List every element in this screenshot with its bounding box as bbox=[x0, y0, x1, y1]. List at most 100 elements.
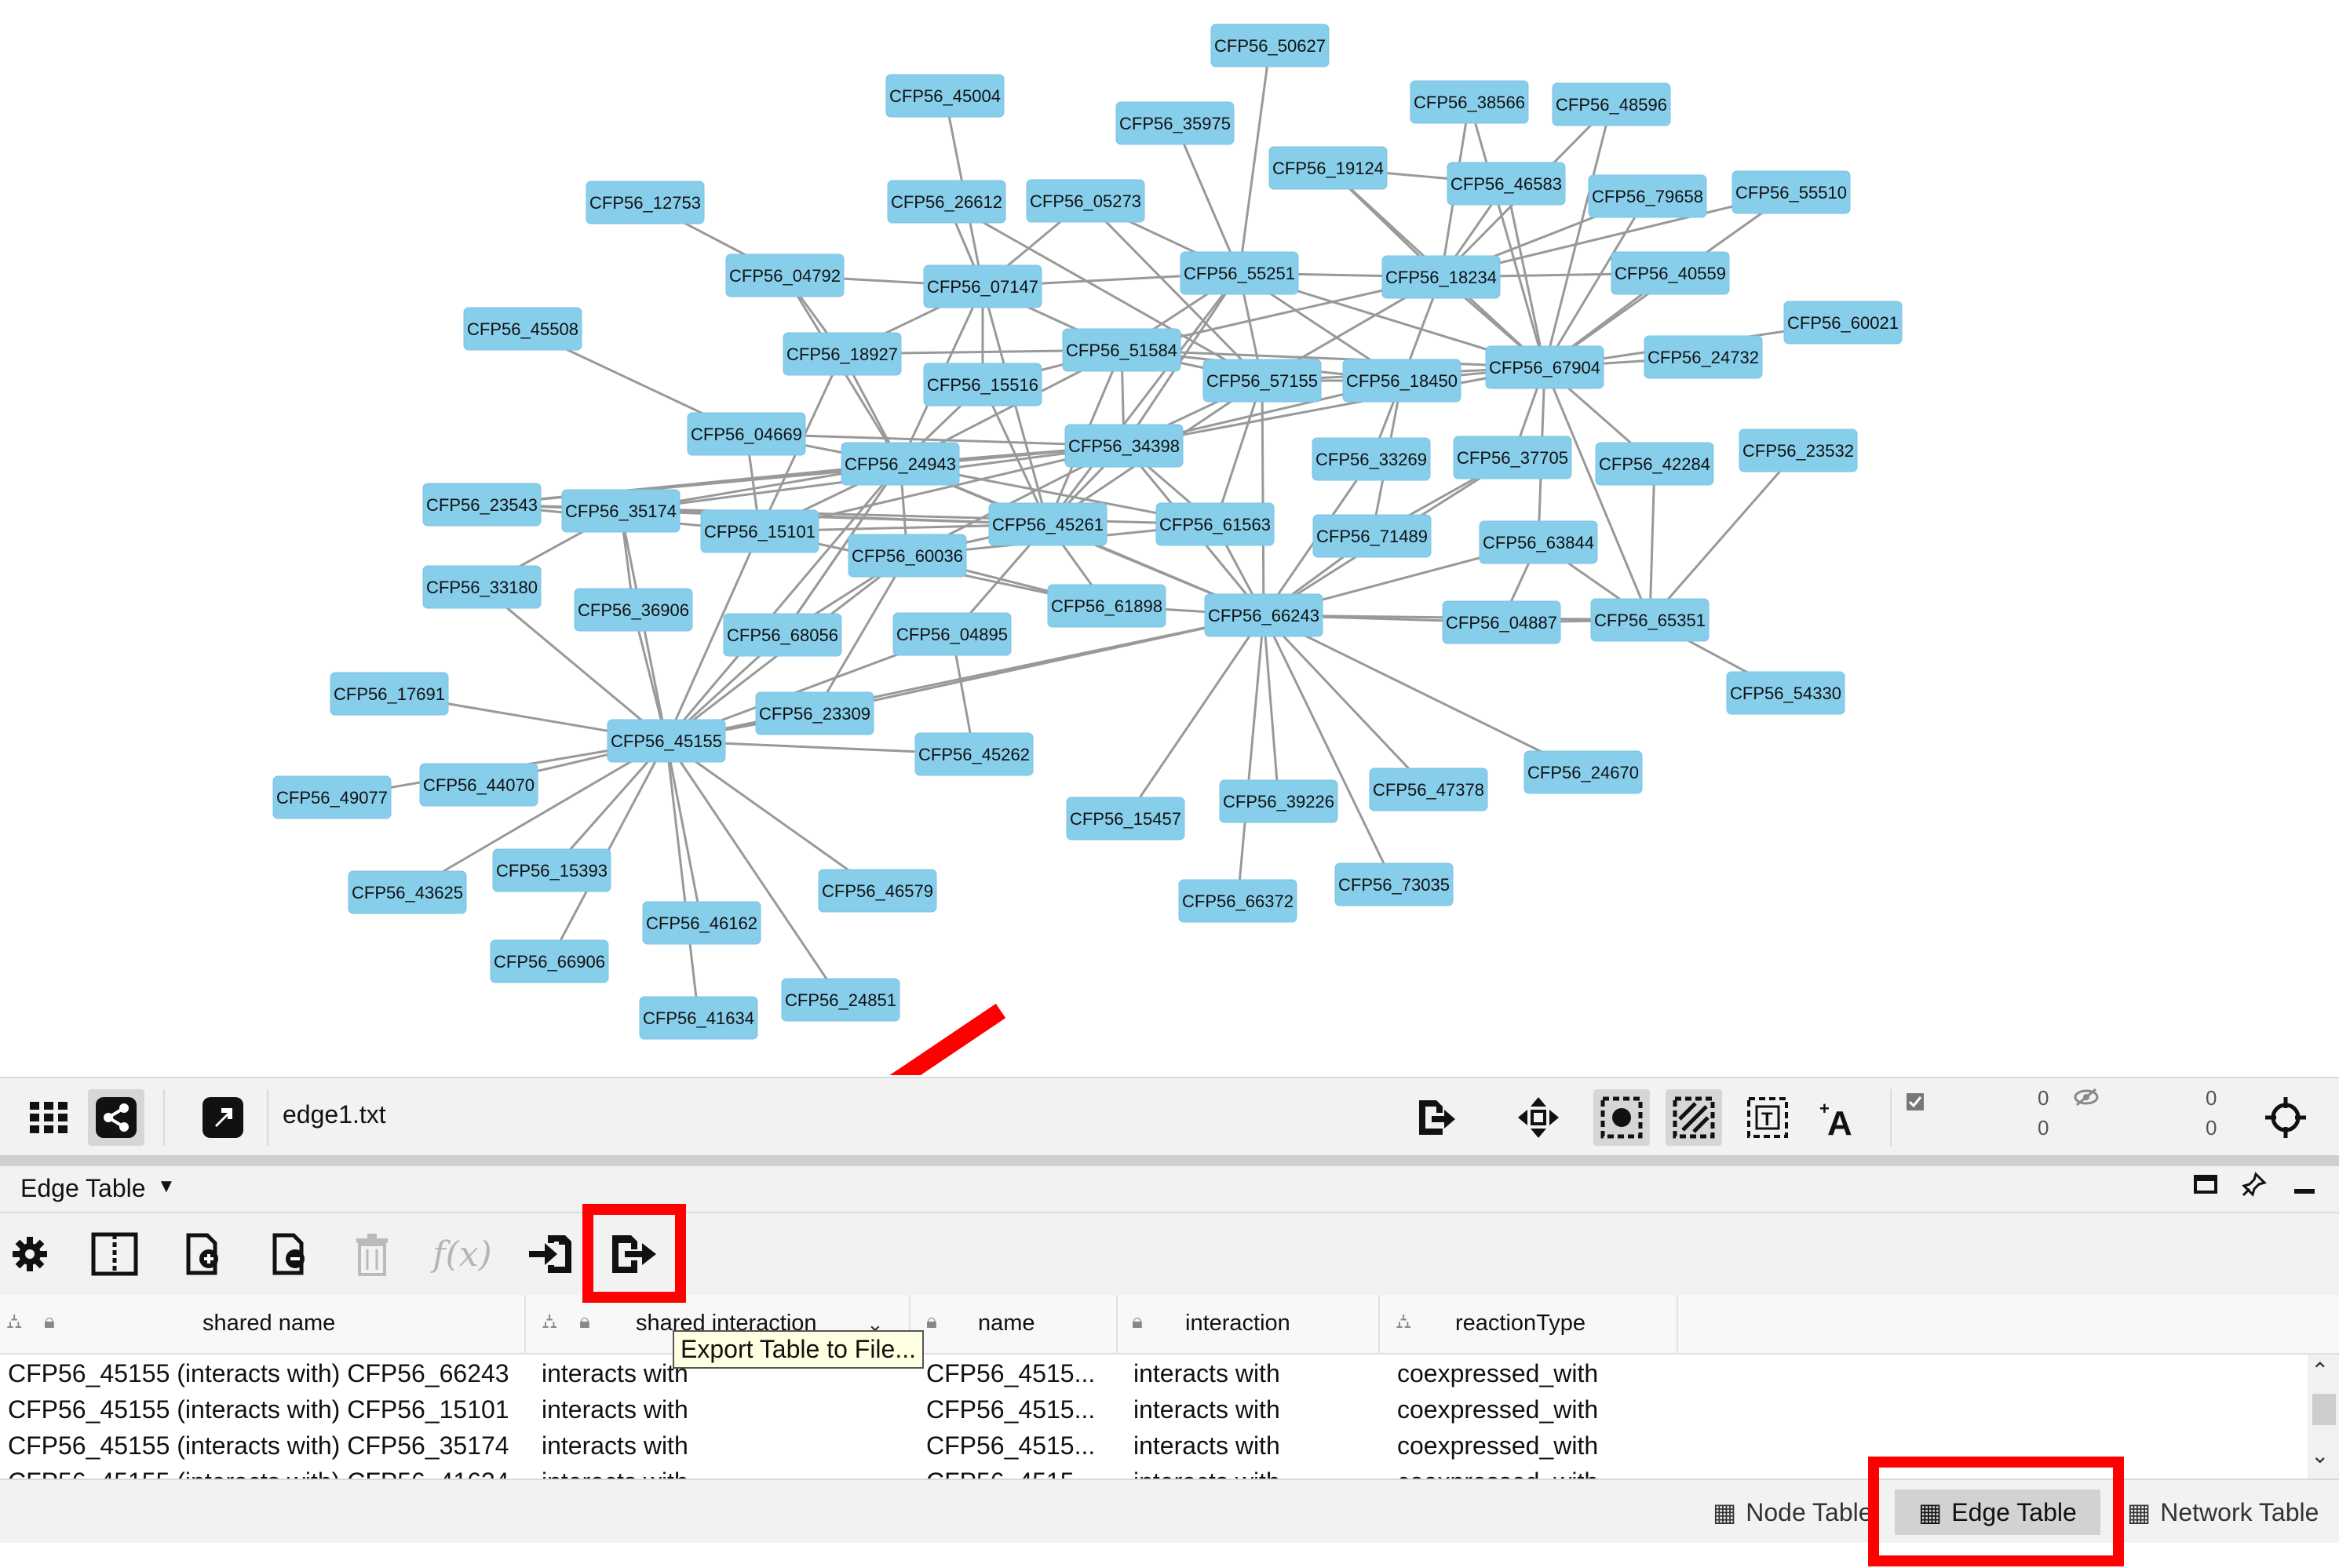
tab-network-table[interactable]: ▦ Network Table bbox=[2116, 1490, 2330, 1535]
cell-reaction-type[interactable]: coexpressed_with bbox=[1397, 1431, 1598, 1460]
cell-reaction-type[interactable]: coexpressed_with bbox=[1397, 1395, 1598, 1424]
cell-shared-interaction[interactable]: interacts with bbox=[542, 1468, 688, 1479]
edge[interactable] bbox=[1123, 366, 1545, 447]
gear-icon[interactable] bbox=[0, 1224, 60, 1284]
cell-shared-name[interactable]: CFP56_45155 (interacts with) CFP56_41634 bbox=[8, 1468, 509, 1479]
pin-icon[interactable] bbox=[2242, 1171, 2267, 1204]
node[interactable]: CFP56_61898 bbox=[1047, 584, 1166, 628]
node[interactable]: CFP56_04792 bbox=[725, 253, 845, 297]
node[interactable]: CFP56_23532 bbox=[1739, 428, 1858, 472]
annotation-icon[interactable]: T bbox=[1739, 1089, 1796, 1146]
scrollbar-thumb[interactable] bbox=[2312, 1394, 2336, 1425]
node[interactable]: CFP56_35975 bbox=[1115, 101, 1235, 145]
node[interactable]: CFP56_42284 bbox=[1595, 442, 1714, 486]
node[interactable]: CFP56_43625 bbox=[348, 870, 467, 914]
node[interactable]: CFP56_66906 bbox=[490, 939, 609, 983]
export-image-icon[interactable] bbox=[1408, 1089, 1465, 1146]
node[interactable]: CFP56_38566 bbox=[1410, 80, 1529, 124]
layout-fit-icon[interactable] bbox=[1510, 1089, 1567, 1146]
node[interactable]: CFP56_19124 bbox=[1268, 146, 1388, 190]
cell-interaction[interactable]: interacts with bbox=[1133, 1395, 1280, 1424]
node[interactable]: CFP56_71489 bbox=[1312, 514, 1432, 558]
node[interactable]: CFP56_45004 bbox=[885, 74, 1005, 118]
node[interactable]: CFP56_55251 bbox=[1180, 251, 1299, 295]
node[interactable]: CFP56_33269 bbox=[1312, 437, 1431, 481]
node[interactable]: CFP56_41634 bbox=[639, 996, 758, 1040]
edge[interactable] bbox=[666, 739, 878, 892]
node[interactable]: CFP56_35174 bbox=[561, 489, 681, 533]
chevron-down-icon[interactable]: ▼ bbox=[157, 1176, 176, 1198]
edge[interactable] bbox=[1238, 45, 1272, 274]
font-size-icon[interactable]: + A bbox=[1810, 1089, 1866, 1146]
node[interactable]: CFP56_24851 bbox=[781, 978, 900, 1022]
node[interactable]: CFP56_60036 bbox=[848, 534, 967, 578]
cell-name[interactable]: CFP56_4515... bbox=[926, 1468, 1095, 1479]
node[interactable]: CFP56_67904 bbox=[1485, 345, 1604, 389]
cell-shared-name[interactable]: CFP56_45155 (interacts with) CFP56_35174 bbox=[8, 1431, 509, 1460]
table-row[interactable]: CFP56_45155 (interacts with) CFP56_66243… bbox=[0, 1355, 2308, 1391]
node[interactable]: CFP56_73035 bbox=[1334, 862, 1454, 906]
tab-node-table[interactable]: ▦ Node Table bbox=[1702, 1490, 1884, 1535]
node[interactable]: CFP56_45155 bbox=[607, 719, 726, 763]
column-toggle-icon[interactable] bbox=[85, 1224, 144, 1284]
minimize-icon[interactable] bbox=[2292, 1171, 2317, 1204]
scroll-up-icon[interactable]: ⌃ bbox=[2311, 1358, 2329, 1384]
cell-interaction[interactable]: interacts with bbox=[1133, 1431, 1280, 1460]
edge[interactable] bbox=[1173, 122, 1241, 274]
node[interactable]: CFP56_37705 bbox=[1453, 436, 1572, 480]
node[interactable]: CFP56_15393 bbox=[492, 848, 611, 892]
select-edges-icon[interactable] bbox=[1666, 1089, 1722, 1146]
column-header-shared-name[interactable]: ⛼ 🔒︎ shared name bbox=[0, 1295, 526, 1353]
node[interactable]: CFP56_15457 bbox=[1066, 797, 1185, 841]
cell-shared-interaction[interactable]: interacts with bbox=[542, 1431, 688, 1460]
node[interactable]: CFP56_15516 bbox=[923, 363, 1042, 407]
edge[interactable] bbox=[1648, 463, 1656, 621]
column-header-reaction-type[interactable]: ⛼ reactionType bbox=[1380, 1295, 1678, 1353]
edge[interactable] bbox=[1262, 614, 1430, 791]
node[interactable]: CFP56_18234 bbox=[1381, 255, 1501, 299]
grid-icon[interactable] bbox=[20, 1089, 77, 1146]
node[interactable]: CFP56_33180 bbox=[422, 565, 542, 609]
node[interactable]: CFP56_15101 bbox=[700, 509, 819, 553]
cell-shared-interaction[interactable]: interacts with bbox=[542, 1359, 688, 1388]
edge[interactable] bbox=[1468, 101, 1546, 368]
vertical-scrollbar[interactable]: ⌃ ⌄ bbox=[2308, 1355, 2339, 1479]
share-network-icon[interactable] bbox=[88, 1089, 144, 1146]
network-canvas[interactable]: CFP56_50627 CFP56_45004 CFP56_35975 CFP56_3… bbox=[0, 0, 2339, 1075]
node[interactable]: CFP56_66243 bbox=[1204, 593, 1323, 637]
node[interactable]: CFP56_23543 bbox=[422, 483, 542, 527]
column-header-interaction[interactable]: 🔒︎ interaction bbox=[1118, 1295, 1380, 1353]
node[interactable]: CFP56_04895 bbox=[892, 612, 1012, 656]
node[interactable]: CFP56_36906 bbox=[574, 588, 693, 632]
checkbox-icon[interactable] bbox=[1906, 1092, 1925, 1115]
import-table-icon[interactable] bbox=[521, 1224, 581, 1284]
node[interactable]: CFP56_46583 bbox=[1447, 162, 1566, 206]
node[interactable]: CFP56_40559 bbox=[1611, 251, 1730, 295]
node[interactable]: CFP56_12753 bbox=[586, 181, 705, 224]
cell-name[interactable]: CFP56_4515... bbox=[926, 1431, 1095, 1460]
network-graph[interactable]: CFP56_50627 CFP56_45004 CFP56_35975 CFP56_3… bbox=[0, 0, 2339, 1075]
node[interactable]: CFP56_46162 bbox=[642, 901, 761, 945]
cell-reaction-type[interactable]: coexpressed_with bbox=[1397, 1359, 1598, 1388]
node[interactable]: CFP56_44070 bbox=[419, 763, 538, 807]
node[interactable]: CFP56_17691 bbox=[330, 672, 449, 716]
node[interactable]: CFP56_60021 bbox=[1783, 301, 1903, 345]
edge[interactable] bbox=[1261, 380, 1265, 616]
cell-name[interactable]: CFP56_4515... bbox=[926, 1395, 1095, 1424]
cell-shared-name[interactable]: CFP56_45155 (interacts with) CFP56_66243 bbox=[8, 1359, 509, 1388]
node[interactable]: CFP56_18927 bbox=[783, 332, 902, 376]
edge[interactable] bbox=[1262, 614, 1396, 885]
node[interactable]: CFP56_51584 bbox=[1062, 328, 1181, 372]
column-header-name[interactable]: 🔒︎ name bbox=[910, 1295, 1118, 1353]
node[interactable]: CFP56_04669 bbox=[687, 412, 806, 456]
node[interactable]: CFP56_55510 bbox=[1731, 170, 1851, 214]
table-row[interactable]: CFP56_45155 (interacts with) CFP56_15101… bbox=[0, 1391, 2308, 1427]
edge[interactable] bbox=[1236, 614, 1265, 902]
node[interactable]: CFP56_79658 bbox=[1588, 174, 1707, 218]
node[interactable]: CFP56_66372 bbox=[1178, 879, 1297, 923]
node[interactable]: CFP56_46579 bbox=[818, 869, 937, 913]
node[interactable]: CFP56_45262 bbox=[914, 732, 1034, 776]
node[interactable]: CFP56_23309 bbox=[755, 691, 874, 735]
node[interactable]: CFP56_63844 bbox=[1479, 520, 1598, 564]
node[interactable]: CFP56_26612 bbox=[887, 180, 1006, 224]
